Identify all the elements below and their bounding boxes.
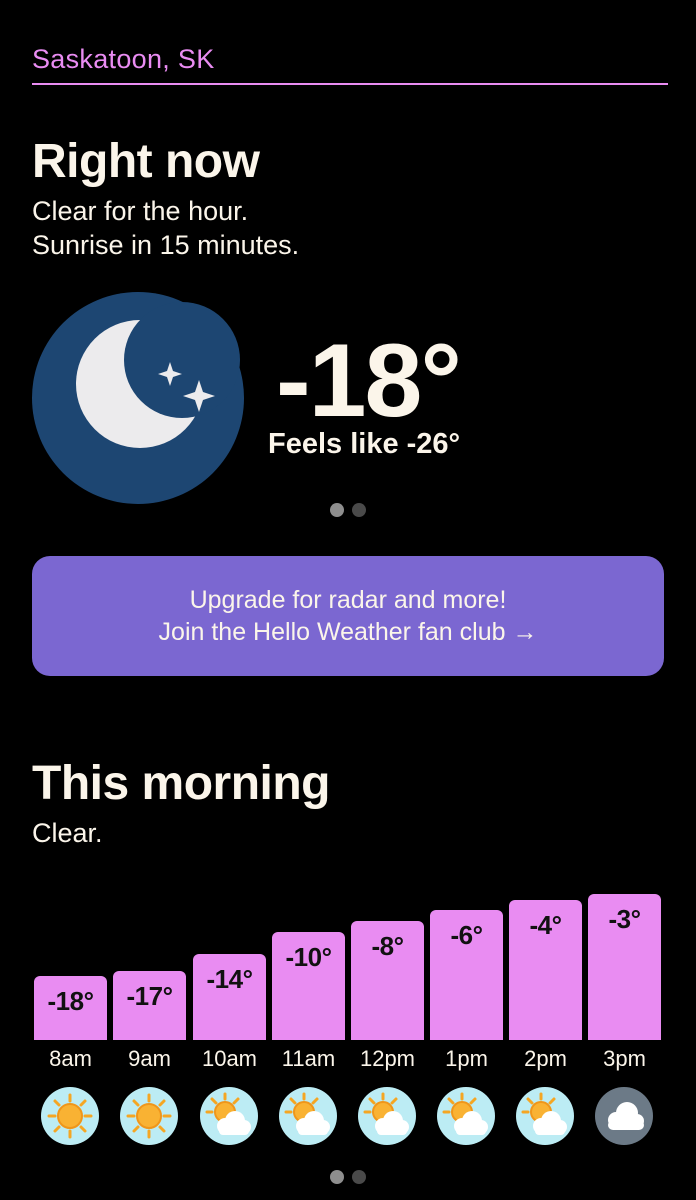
hour-label: 11am [281, 1046, 336, 1071]
partly-cloudy-icon [515, 1086, 575, 1146]
bar-temperature-label: -10° [285, 942, 332, 973]
bar-temperature-label: -6° [450, 920, 483, 951]
page-dot-1[interactable] [330, 1170, 344, 1184]
hourly-condition-icons [0, 1086, 696, 1146]
sun-icon [40, 1086, 100, 1146]
page-dot-1[interactable] [330, 503, 344, 517]
temperature-bar: -17° [113, 970, 186, 1040]
hour-label: 10am [201, 1046, 258, 1071]
temperature-bar: -6° [430, 910, 503, 1040]
moon-stars-icon [32, 292, 244, 504]
temperature-bar: -4° [509, 899, 582, 1040]
hour-label: 9am [128, 1046, 171, 1071]
temperature-bar: -8° [351, 921, 424, 1040]
partly-cloudy-icon [278, 1086, 338, 1146]
right-now-summary: Clear for the hour. [32, 196, 249, 226]
temperature-bar: -3° [588, 894, 661, 1040]
page-dot-2[interactable] [352, 1170, 366, 1184]
hourly-time-labels: 8am 9am 10am 11am 12pm 1pm 2pm 3pm [0, 1046, 696, 1076]
bar-temperature-label: -17° [126, 980, 173, 1011]
right-now-title: Right now [32, 135, 260, 188]
partly-cloudy-icon [357, 1086, 417, 1146]
location-underline [32, 83, 668, 85]
this-morning-summary: Clear. [32, 818, 103, 848]
partly-cloudy-icon [199, 1086, 259, 1146]
sun-icon [119, 1086, 179, 1146]
page-dot-2[interactable] [352, 503, 366, 517]
temperature-bar: -18° [34, 976, 107, 1040]
this-morning-title: This morning [32, 757, 330, 810]
bar-temperature-label: -4° [529, 909, 562, 940]
hourly-temperature-chart: -18° -17° -14° -10° -8° -6° -4° -3° [0, 880, 696, 1040]
temperature-bar: -14° [193, 954, 266, 1040]
feels-like-temperature: Feels like -26° [268, 428, 461, 460]
hour-label: 12pm [359, 1046, 416, 1071]
page-indicator-top[interactable] [0, 503, 696, 517]
bar-temperature-label: -18° [47, 986, 94, 1016]
hour-label: 1pm [445, 1046, 488, 1071]
partly-cloudy-icon [436, 1086, 496, 1146]
location-label[interactable]: Saskatoon, SK [32, 44, 215, 75]
bar-temperature-label: -8° [371, 931, 404, 962]
page-indicator-bottom[interactable] [0, 1170, 696, 1184]
bar-temperature-label: -14° [206, 964, 253, 995]
upgrade-banner-button[interactable]: Upgrade for radar and more! Join the Hel… [32, 556, 664, 676]
hour-label: 8am [49, 1046, 92, 1071]
hour-label: 2pm [524, 1046, 567, 1071]
bar-temperature-label: -3° [608, 904, 641, 934]
hour-label: 3pm [603, 1046, 646, 1071]
temperature-bar: -10° [272, 932, 345, 1040]
current-temperature: -18° [276, 323, 462, 439]
sunrise-notice: Sunrise in 15 minutes. [32, 230, 300, 260]
upgrade-line-1: Upgrade for radar and more! [189, 586, 507, 614]
cloudy-icon [594, 1086, 654, 1146]
upgrade-line-2: Join the Hello Weather fan club → [158, 618, 538, 646]
